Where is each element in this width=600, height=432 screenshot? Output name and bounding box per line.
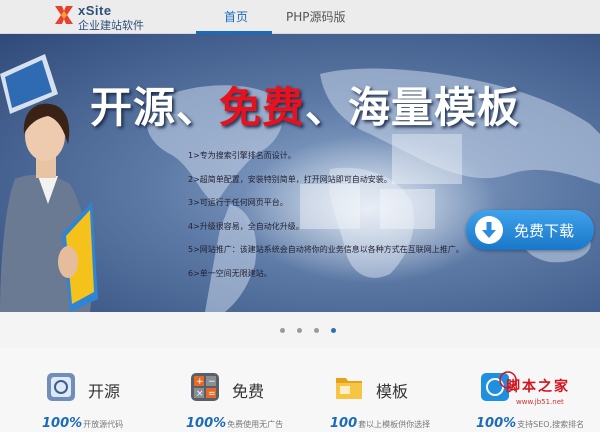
feature-desc: 100套以上模板供你选择	[330, 416, 431, 431]
headline-part1: 开源、	[90, 83, 220, 132]
slide-dot-4-active[interactable]	[331, 328, 336, 333]
feature-item: 6>单一空间无限建站。	[188, 268, 272, 278]
logo-name[interactable]: xSite	[78, 3, 112, 18]
svg-text:=: =	[208, 389, 216, 399]
svg-text:+: +	[196, 377, 204, 387]
folder-icon	[336, 378, 362, 399]
feature-item: 4>升级很容易，全自动化升级。	[188, 221, 304, 231]
download-circle	[475, 216, 503, 244]
slide-dot-2[interactable]	[297, 328, 302, 333]
banner-headline: 开源、免费、海量模板	[90, 74, 520, 135]
slide-dot-1[interactable]	[280, 328, 285, 333]
features-bar: 开源 100%开放源代码 + − × = 免费 100%免费使用无广告 模板 1…	[0, 348, 600, 432]
calculator-icon: + − × =	[191, 373, 219, 401]
hero-banner: 开源、免费、海量模板 1>专为搜索引擎排名而设计。 2>超简单配置，安装特别简单…	[0, 34, 600, 312]
watermark-url: www.jb51.net	[516, 398, 564, 406]
finder-icon	[47, 373, 75, 401]
slide-dot-3[interactable]	[314, 328, 319, 333]
feature-item: 2>超简单配置，安装特别简单，打开网站即可自动安装。	[188, 174, 392, 184]
download-arrow-icon	[482, 222, 496, 238]
nav-home-link[interactable]: 首页	[224, 8, 248, 25]
feature-item: 3>可运行于任何网页平台。	[188, 198, 288, 207]
xsite-logo-icon	[55, 6, 73, 24]
headline-free: 免费	[219, 83, 306, 132]
download-button-label: 免费下载	[514, 222, 575, 240]
feature-desc: 100%开放源代码	[42, 416, 124, 431]
feature-title: 开源	[88, 382, 121, 401]
feature-list: 1>专为搜索引擎排名而设计。 2>超简单配置，安装特别简单，打开网站即可自动安装…	[188, 144, 464, 285]
businesswoman-image	[0, 103, 98, 312]
feature-title: 模板	[376, 382, 409, 401]
svg-text:−: −	[208, 377, 216, 387]
nav-php-link[interactable]: PHP源码版	[286, 8, 346, 25]
watermark-text: 脚本之家	[506, 379, 570, 395]
feature-desc: 100%免费使用无广告	[186, 416, 284, 431]
feature-title: 免费	[232, 382, 265, 401]
slider-pagination	[0, 312, 600, 348]
feature-desc: 100%支持SEO,搜索排名	[476, 416, 585, 431]
svg-text:×: ×	[196, 389, 204, 399]
feature-item: 1>专为搜索引擎排名而设计。	[188, 151, 296, 160]
free-download-button[interactable]: 免费下载	[466, 210, 594, 250]
feature-item: 5>网站推广：该建站系统会自动将你的业务信息以各种方式在互联网上推广。	[188, 245, 464, 254]
top-header: xSite 企业建站软件 首页 PHP源码版	[0, 0, 600, 34]
logo-subtitle: 企业建站软件	[78, 19, 144, 32]
headline-part2: 、海量模板	[305, 83, 521, 132]
